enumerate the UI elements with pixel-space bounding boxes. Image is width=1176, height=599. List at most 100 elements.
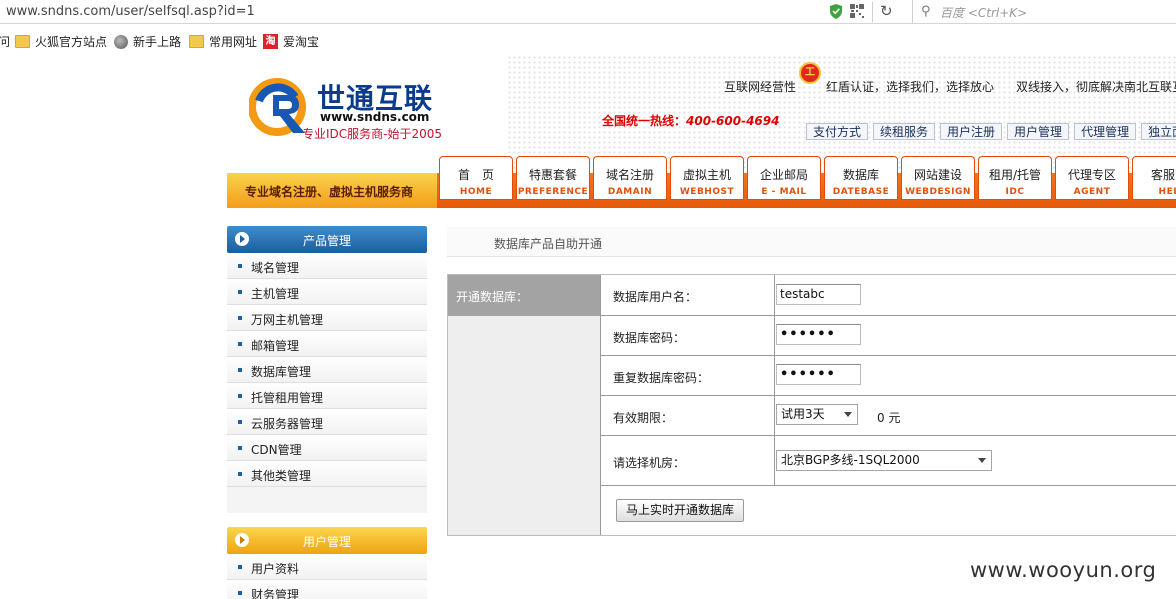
search-placeholder: 百度 <Ctrl+K> xyxy=(940,6,1028,20)
address-bar[interactable]: www.sndns.com/user/selfsql.asp?id=1 xyxy=(6,4,255,19)
top-link-renew[interactable]: 续租服务 xyxy=(873,123,936,140)
nav-help[interactable]: 客服中HEL xyxy=(1132,156,1176,200)
db-open-form: 开通数据库： 数据库用户名： testabc 数据库密码： •••••• 重复数… xyxy=(447,274,1176,536)
hotline: 全国统一热线：400-600-4694 xyxy=(602,114,780,128)
row-username: 数据库用户名： testabc xyxy=(601,275,1176,316)
top-link-register[interactable]: 用户注册 xyxy=(940,123,1003,140)
nav-idc[interactable]: 租用/托管 IDC xyxy=(978,156,1052,200)
nav-preference[interactable]: 特惠套餐 PREFERENCE xyxy=(516,156,590,200)
sidebar-item-domain[interactable]: 域名管理 xyxy=(227,253,427,279)
sidebar-item-other[interactable]: 其他类管理 xyxy=(227,461,427,487)
page-title: 数据库产品自助开通 xyxy=(494,237,603,251)
nav-agent[interactable]: 代理专区 AGENT xyxy=(1055,156,1129,200)
red-shield-badge-icon[interactable]: 工 xyxy=(799,62,821,84)
sidebar-item-finance[interactable]: 财务管理 xyxy=(227,580,427,599)
bullet-icon xyxy=(238,565,242,569)
top-link-agent-admin[interactable]: 代理管理 xyxy=(1074,123,1137,140)
bookmark-ai-taobao[interactable]: 淘 爱淘宝 xyxy=(263,33,319,50)
sidebar: 产品管理 域名管理 主机管理 万网主机管理 邮箱管理 数据库管理 托管租用管理 … xyxy=(227,226,427,599)
sidebar-product-header[interactable]: 产品管理 xyxy=(227,226,427,253)
slogan: 专业域名注册、虚拟主机服务商 xyxy=(245,185,414,199)
open-database-button[interactable]: 马上实时开通数据库 xyxy=(616,499,745,522)
bullet-icon xyxy=(238,316,242,320)
hotline-number: 400-600-4694 xyxy=(686,114,780,128)
bookmark-firefox-site[interactable]: 火狐官方站点 xyxy=(15,33,107,50)
top-links: 支付方式 续租服务 用户注册 用户管理 代理管理 独立面 xyxy=(806,123,1176,140)
column-divider xyxy=(774,396,775,435)
column-divider xyxy=(774,316,775,355)
bullet-icon xyxy=(238,446,242,450)
sidebar-item-cdn[interactable]: CDN管理 xyxy=(227,435,427,461)
top-link-user-admin[interactable]: 用户管理 xyxy=(1007,123,1070,140)
site-header: 世通互联 www.sndns.com 专业IDC服务商-始于2005 互联网经营… xyxy=(227,55,1176,208)
form-section-header: 开通数据库： xyxy=(448,275,600,316)
sidebar-item-database[interactable]: 数据库管理 xyxy=(227,357,427,383)
password-input[interactable]: •••••• xyxy=(776,324,861,345)
price-text: 0 元 xyxy=(877,411,901,425)
sidebar-item-user-profile[interactable]: 用户资料 xyxy=(227,554,427,580)
icp-text[interactable]: 互联网经营性 xyxy=(724,78,796,95)
username-label: 数据库用户名： xyxy=(613,290,698,304)
repeat-password-label: 重复数据库密码： xyxy=(613,371,710,385)
qr-icon[interactable] xyxy=(850,4,864,18)
row-repeat-password: 重复数据库密码： •••••• xyxy=(601,356,1176,396)
row-period: 有效期限： 试用3天 0 元 xyxy=(601,396,1176,436)
bookmark-common-sites[interactable]: 常用网址 xyxy=(189,33,257,50)
folder-icon xyxy=(189,35,204,48)
username-input[interactable]: testabc xyxy=(776,284,861,305)
bookmark-partial[interactable]: 问 xyxy=(0,33,10,50)
sidebar-item-mailbox[interactable]: 邮箱管理 xyxy=(227,331,427,357)
period-select[interactable]: 试用3天 xyxy=(776,404,858,425)
top-link-payment[interactable]: 支付方式 xyxy=(806,123,869,140)
search-box[interactable]: ⚲ 百度 <Ctrl+K> xyxy=(912,0,1176,24)
dual-line-text: 双线接入，彻底解决南北互联互 xyxy=(1016,80,1176,94)
nav-webhost[interactable]: 虚拟主机 WEBHOST xyxy=(670,156,744,200)
sidebar-item-hosting[interactable]: 托管租用管理 xyxy=(227,383,427,409)
bullet-icon xyxy=(238,342,242,346)
shield-icon[interactable] xyxy=(829,4,843,19)
bookmarks-bar: 问 火狐官方站点 新手上路 常用网址 淘 爱淘宝 xyxy=(0,31,1176,53)
period-label: 有效期限： xyxy=(613,411,674,425)
bookmark-getting-started[interactable]: 新手上路 xyxy=(114,33,181,50)
nav-home[interactable]: 首 页 HOME xyxy=(439,156,513,200)
toolbar-separator xyxy=(872,2,873,22)
sidebar-gap xyxy=(227,513,427,527)
logo-tagline: 专业IDC服务商-始于2005 xyxy=(302,127,443,141)
chevron-down-icon xyxy=(844,412,852,417)
bullet-icon xyxy=(238,394,242,398)
cert-text: 红盾认证，选择我们，选择放心 xyxy=(826,80,995,94)
sidebar-spacer xyxy=(227,487,427,513)
nav-domain[interactable]: 域名注册 DAMAIN xyxy=(593,156,667,200)
main-nav: 首 页 HOME 特惠套餐 PREFERENCE 域名注册 DAMAIN 虚拟主机 WE… xyxy=(439,156,1176,200)
top-link-independent[interactable]: 独立面 xyxy=(1141,123,1176,140)
column-divider xyxy=(774,356,775,395)
breadcrumb: 数据库产品自助开通 xyxy=(447,227,1176,257)
form-side-column: 开通数据库： xyxy=(448,275,601,535)
search-icon: ⚲ xyxy=(921,4,931,19)
reload-icon[interactable]: ↻ xyxy=(880,2,893,20)
bullet-icon xyxy=(238,591,242,595)
password-label: 数据库密码： xyxy=(613,331,686,345)
sidebar-item-host[interactable]: 主机管理 xyxy=(227,279,427,305)
watermark: www.wooyun.org xyxy=(970,558,1157,582)
bullet-icon xyxy=(238,472,242,476)
room-label: 请选择机房： xyxy=(613,456,686,470)
column-divider xyxy=(774,275,775,315)
sidebar-item-wanwang-host[interactable]: 万网主机管理 xyxy=(227,305,427,331)
repeat-password-input[interactable]: •••••• xyxy=(776,364,861,385)
bullet-icon xyxy=(238,290,242,294)
browser-toolbar: www.sndns.com/user/selfsql.asp?id=1 ↻ ⚲ … xyxy=(0,0,1176,24)
row-room: 请选择机房： 北京BGP多线-1SQL2000 xyxy=(601,436,1176,486)
nav-email[interactable]: 企业邮局 E - MAIL xyxy=(747,156,821,200)
row-password: 数据库密码： •••••• xyxy=(601,316,1176,356)
nav-database[interactable]: 数据库 DATEBASE xyxy=(824,156,898,200)
folder-icon xyxy=(15,35,30,48)
nav-webdesign[interactable]: 网站建设 WEBDESIGN xyxy=(901,156,975,200)
room-select[interactable]: 北京BGP多线-1SQL2000 xyxy=(776,450,992,471)
sidebar-item-cloud-server[interactable]: 云服务器管理 xyxy=(227,409,427,435)
bullet-icon xyxy=(238,368,242,372)
column-divider xyxy=(774,436,775,485)
sidebar-user-header[interactable]: 用户管理 xyxy=(227,527,427,554)
globe-icon xyxy=(114,34,128,49)
bullet-icon xyxy=(238,264,242,268)
